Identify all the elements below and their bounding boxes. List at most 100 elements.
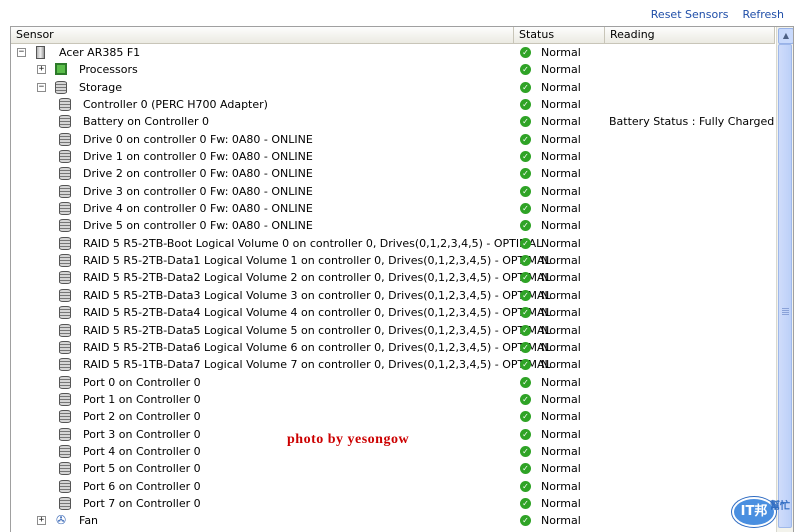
tree-row-fan[interactable]: + ✇ Fan ✓ Normal bbox=[11, 512, 775, 529]
tree-row-storage-item[interactable]: Drive 0 on controller 0 Fw: 0A80 - ONLIN… bbox=[11, 131, 775, 148]
sensor-label: Storage bbox=[79, 80, 123, 94]
sensor-label: RAID 5 R5-2TB-Data2 Logical Volume 2 on … bbox=[83, 271, 551, 285]
disk-icon bbox=[59, 323, 71, 337]
tree-row-processors[interactable]: + Processors ✓ Normal bbox=[11, 61, 775, 78]
logo-text: 幫忙 bbox=[770, 501, 790, 512]
collapse-toggle[interactable]: − bbox=[17, 48, 26, 57]
disk-icon bbox=[59, 444, 71, 458]
sensor-label: Port 6 on Controller 0 bbox=[83, 479, 201, 493]
tree-row-storage-item[interactable]: RAID 5 R5-2TB-Data5 Logical Volume 5 on … bbox=[11, 322, 775, 339]
sensor-label: RAID 5 R5-2TB-Data5 Logical Volume 5 on … bbox=[83, 323, 551, 337]
check-icon: ✓ bbox=[520, 133, 531, 145]
tree-row-storage-item[interactable]: RAID 5 R5-2TB-Data2 Logical Volume 2 on … bbox=[11, 269, 775, 286]
tree-row-storage-item[interactable]: RAID 5 R5-2TB-Data1 Logical Volume 1 on … bbox=[11, 252, 775, 269]
disk-icon bbox=[59, 167, 71, 181]
disk-icon bbox=[59, 115, 71, 129]
tree-row-storage-item[interactable]: Drive 1 on controller 0 Fw: 0A80 - ONLIN… bbox=[11, 148, 775, 165]
scrollbar-thumb[interactable] bbox=[778, 44, 792, 528]
tree-row-storage-item[interactable]: RAID 5 R5-2TB-Data4 Logical Volume 4 on … bbox=[11, 304, 775, 321]
sensor-label: Port 5 on Controller 0 bbox=[83, 462, 201, 476]
column-header-reading[interactable]: Reading bbox=[605, 27, 775, 43]
vertical-scrollbar[interactable]: ▲ bbox=[776, 27, 793, 532]
reset-sensors-link[interactable]: Reset Sensors bbox=[651, 8, 729, 21]
disk-icon bbox=[59, 236, 71, 250]
tree-row-storage-item[interactable]: Battery on Controller 0 ✓ Normal Battery St… bbox=[11, 113, 775, 130]
check-icon: ✓ bbox=[520, 151, 531, 163]
sensor-label: Port 0 on Controller 0 bbox=[83, 375, 201, 389]
check-icon: ✓ bbox=[520, 237, 531, 249]
server-icon bbox=[36, 46, 45, 59]
status-text: Normal bbox=[541, 150, 581, 164]
ithome-logo: IT邦 幫忙 bbox=[732, 493, 796, 527]
check-icon: ✓ bbox=[520, 99, 531, 111]
status-text: Normal bbox=[541, 219, 581, 233]
tree-row-storage-item[interactable]: Port 2 on Controller 0 ✓ Normal bbox=[11, 408, 775, 425]
status-text: Normal bbox=[541, 271, 581, 285]
expand-toggle[interactable]: + bbox=[37, 516, 46, 526]
tree-row-storage-item[interactable]: Drive 3 on controller 0 Fw: 0A80 - ONLIN… bbox=[11, 183, 775, 200]
tree-row-storage-item[interactable]: Controller 0 (PERC H700 Adapter) ✓ Normal bbox=[11, 96, 775, 113]
sensor-label: Processors bbox=[79, 63, 138, 77]
status-text: Normal bbox=[541, 323, 581, 337]
disk-icon bbox=[59, 219, 71, 233]
disk-icon bbox=[59, 375, 71, 389]
tree-row-storage[interactable]: − Storage ✓ Normal bbox=[11, 79, 775, 96]
processor-chip-icon bbox=[55, 63, 67, 76]
disk-icon bbox=[59, 392, 71, 406]
sensor-grid: Sensor Status Reading − Acer AR385 F1 ✓ … bbox=[10, 26, 794, 532]
tree-row-root[interactable]: − Acer AR385 F1 ✓ Normal bbox=[11, 44, 775, 61]
disk-icon bbox=[59, 98, 71, 112]
tree-row-storage-item[interactable]: Port 5 on Controller 0 ✓ Normal bbox=[11, 460, 775, 477]
expand-toggle[interactable]: + bbox=[37, 65, 46, 75]
tree-row-storage-item[interactable]: Drive 5 on controller 0 Fw: 0A80 - ONLIN… bbox=[11, 217, 775, 234]
disk-icon bbox=[59, 462, 71, 476]
disk-icon bbox=[59, 340, 71, 354]
storage-children: Controller 0 (PERC H700 Adapter) ✓ Normal B… bbox=[11, 96, 775, 512]
column-header-sensor[interactable]: Sensor bbox=[11, 27, 514, 43]
status-text: Normal bbox=[541, 254, 581, 268]
status-text: Normal bbox=[541, 46, 581, 59]
reading-text: Battery Status : Fully Charged bbox=[609, 115, 775, 129]
fan-icon: ✇ bbox=[55, 513, 67, 528]
status-text: Normal bbox=[541, 358, 581, 372]
tree-row-storage-item[interactable]: Drive 2 on controller 0 Fw: 0A80 - ONLIN… bbox=[11, 165, 775, 182]
check-icon: ✓ bbox=[520, 497, 531, 509]
sensor-label: Battery on Controller 0 bbox=[83, 115, 210, 129]
tree-row-storage-item[interactable]: Drive 4 on controller 0 Fw: 0A80 - ONLIN… bbox=[11, 200, 775, 217]
tree-row-storage-item[interactable]: Port 1 on Controller 0 ✓ Normal bbox=[11, 391, 775, 408]
check-icon: ✓ bbox=[520, 428, 531, 440]
tree-row-storage-item[interactable]: Port 7 on Controller 0 ✓ Normal bbox=[11, 495, 775, 512]
refresh-link[interactable]: Refresh bbox=[742, 8, 784, 21]
status-text: Normal bbox=[541, 98, 581, 112]
tree-row-storage-item[interactable]: Port 0 on Controller 0 ✓ Normal bbox=[11, 374, 775, 391]
column-header-status[interactable]: Status bbox=[514, 27, 605, 43]
tree-row-storage-item[interactable]: RAID 5 R5-2TB-Boot Logical Volume 0 on c… bbox=[11, 235, 775, 252]
status-text: Normal bbox=[541, 167, 581, 181]
status-text: Normal bbox=[541, 115, 581, 129]
sensor-label: RAID 5 R5-2TB-Data4 Logical Volume 4 on … bbox=[83, 306, 551, 320]
check-icon: ✓ bbox=[520, 411, 531, 423]
check-icon: ✓ bbox=[520, 445, 531, 457]
status-text: Normal bbox=[541, 184, 581, 198]
disk-icon bbox=[59, 479, 71, 493]
tree-row-storage-item[interactable]: RAID 5 R5-2TB-Data3 Logical Volume 3 on … bbox=[11, 287, 775, 304]
collapse-toggle[interactable]: − bbox=[37, 82, 46, 92]
tree-row-storage-item[interactable]: RAID 5 R5-1TB-Data7 Logical Volume 7 on … bbox=[11, 356, 775, 373]
status-text: Normal bbox=[541, 392, 581, 406]
tree-row-storage-item[interactable]: Port 6 on Controller 0 ✓ Normal bbox=[11, 478, 775, 495]
check-icon: ✓ bbox=[520, 289, 531, 301]
status-text: Normal bbox=[541, 236, 581, 250]
sensor-label: Drive 5 on controller 0 Fw: 0A80 - ONLIN… bbox=[83, 219, 313, 233]
sensor-label: RAID 5 R5-2TB-Data3 Logical Volume 3 on … bbox=[83, 288, 551, 302]
scroll-up-arrow-icon[interactable]: ▲ bbox=[778, 28, 793, 44]
sensor-label: Fan bbox=[79, 514, 99, 528]
status-text: Normal bbox=[541, 63, 581, 77]
sensor-label: RAID 5 R5-1TB-Data7 Logical Volume 7 on … bbox=[83, 358, 551, 372]
sensor-label: Drive 3 on controller 0 Fw: 0A80 - ONLIN… bbox=[83, 184, 313, 198]
tree-row-storage-item[interactable]: RAID 5 R5-2TB-Data6 Logical Volume 6 on … bbox=[11, 339, 775, 356]
check-icon: ✓ bbox=[520, 168, 531, 180]
status-text: Normal bbox=[541, 306, 581, 320]
check-icon: ✓ bbox=[520, 81, 531, 93]
status-text: Normal bbox=[541, 514, 581, 528]
check-icon: ✓ bbox=[520, 220, 531, 232]
